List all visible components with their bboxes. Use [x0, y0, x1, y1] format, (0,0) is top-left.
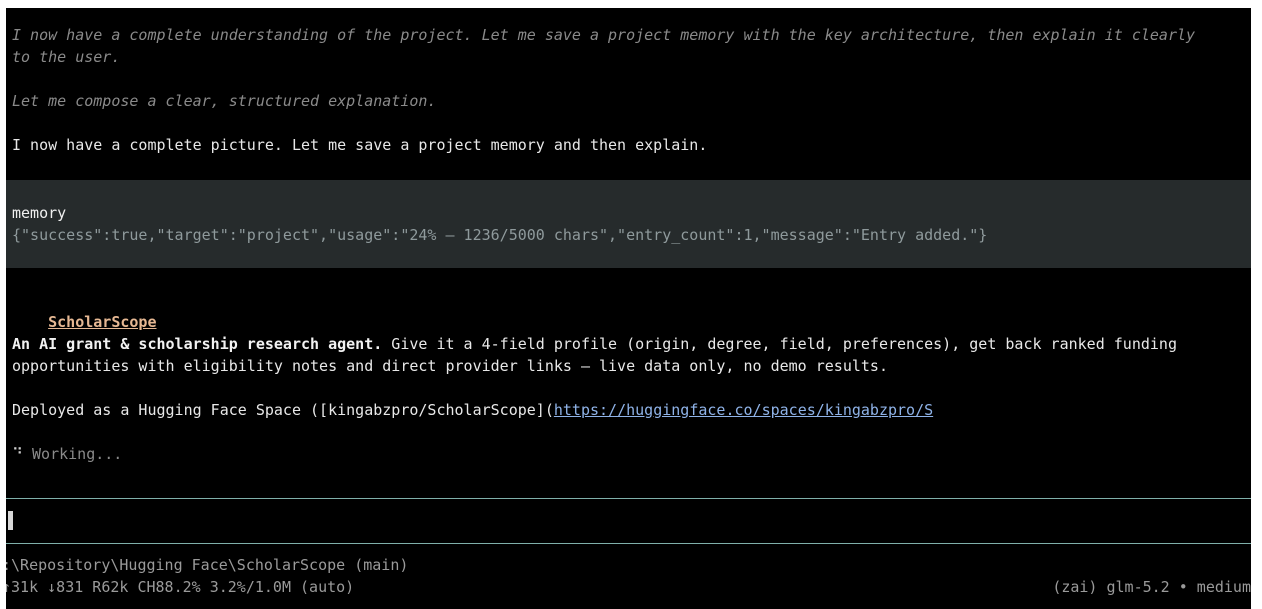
thinking-text: Let me compose a clear, structured expla…	[12, 92, 437, 110]
status-stats: ↑31k ↓831 R62k CH88.2% 3.2%/1.0M (auto)	[6, 578, 355, 596]
answer-title-link[interactable]: ScholarScope	[48, 313, 156, 331]
deploy-line: Deployed as a Hugging Face Space ([kinga…	[12, 399, 933, 421]
spinner-icon: ⠙	[12, 445, 23, 463]
answer-lead-bold: An AI grant & scholarship research agent…	[12, 335, 383, 353]
input-bottom-divider	[6, 543, 1251, 544]
tool-call-block: memory {"success":true,"target":"project…	[6, 180, 1251, 268]
assistant-message: I now have a complete picture. Let me sa…	[12, 136, 708, 154]
working-label: Working...	[23, 445, 123, 463]
working-indicator: ⠙ Working...	[12, 443, 122, 465]
answer-paragraph: An AI grant & scholarship research agent…	[12, 333, 1177, 355]
tool-call-result: {"success":true,"target":"project","usag…	[12, 226, 988, 244]
tool-call-name: memory	[12, 204, 67, 222]
terminal-window: I now have a complete understanding of t…	[6, 8, 1251, 609]
thinking-text: to the user.	[12, 48, 121, 66]
prompt-input[interactable]	[6, 500, 1251, 542]
text-cursor	[8, 511, 13, 530]
input-top-divider	[6, 498, 1251, 499]
status-cwd: :\Repository\Hugging Face\ScholarScope (…	[6, 556, 409, 574]
answer-lead-text: Give it a 4-field profile (origin, degre…	[382, 335, 1177, 353]
thinking-text: I now have a complete understanding of t…	[12, 26, 1196, 44]
answer-paragraph-cont: opportunities with eligibility notes and…	[12, 357, 888, 375]
deploy-url-link[interactable]: https://huggingface.co/spaces/kingabzpro…	[554, 401, 933, 419]
deploy-text: Deployed as a Hugging Face Space ([kinga…	[12, 401, 554, 419]
status-model: (zai) glm-5.2 • medium	[1052, 578, 1251, 596]
